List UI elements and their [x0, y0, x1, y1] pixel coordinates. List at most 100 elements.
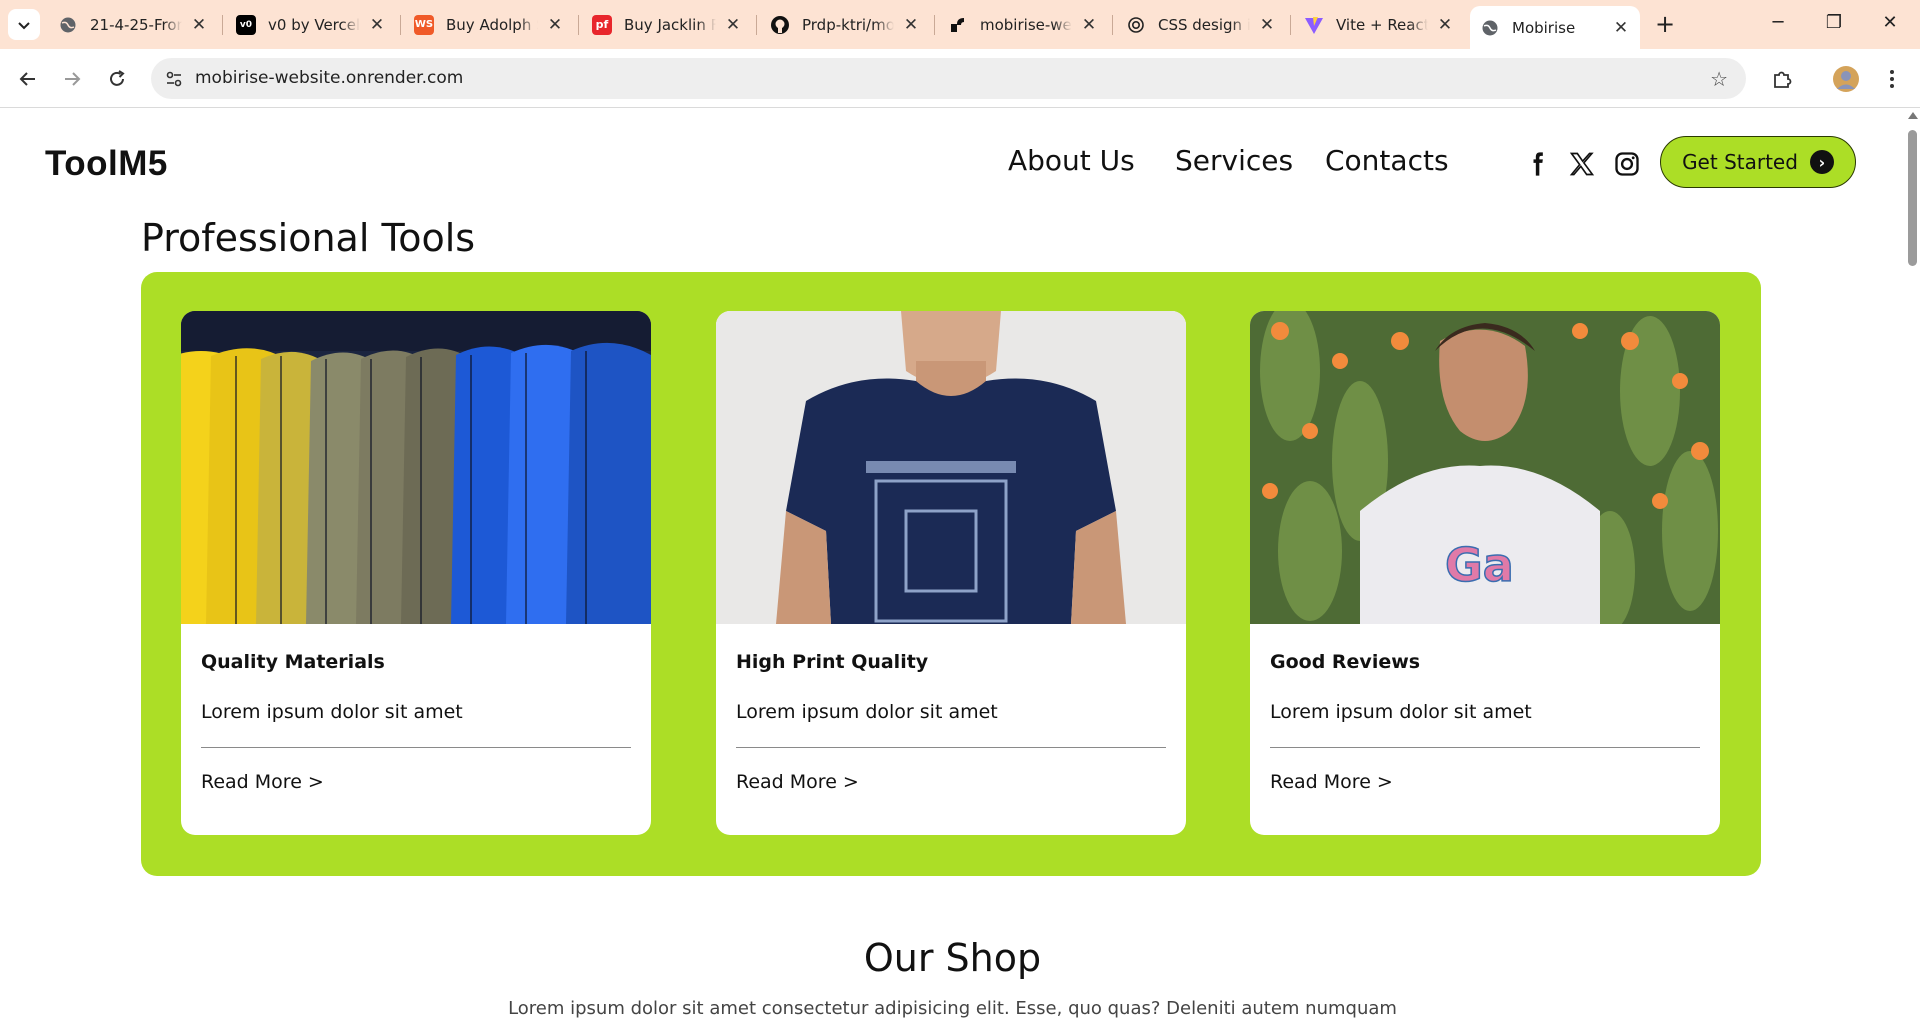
bookmark-star-icon[interactable]: ☆ [1710, 67, 1728, 91]
tab-separator [578, 15, 579, 35]
feature-card: Ga Good Reviews Lorem ipsum dolor sit am… [1250, 311, 1720, 835]
tab-4[interactable]: pf Buy Jacklin Fa ✕ [582, 6, 752, 43]
tab-title: Prdp-ktri/mo [802, 15, 894, 34]
read-more-link[interactable]: Read More > [736, 771, 859, 793]
tab-separator [934, 15, 935, 35]
close-icon[interactable]: ✕ [902, 15, 920, 35]
close-icon[interactable]: ✕ [1436, 15, 1454, 35]
close-icon[interactable]: ✕ [1080, 15, 1098, 35]
nav-about-us[interactable]: About Us [1008, 144, 1135, 177]
tab-1[interactable]: 21-4-25-Front ✕ [48, 6, 218, 43]
close-icon[interactable]: ✕ [546, 15, 564, 35]
card-divider [1270, 747, 1700, 748]
kebab-menu-icon [1890, 70, 1894, 88]
browser-toolbar: mobirise-website.onrender.com ☆ [0, 49, 1920, 108]
back-button[interactable] [12, 63, 44, 95]
page-scrollbar[interactable] [1905, 108, 1920, 1020]
menu-button[interactable] [1876, 63, 1908, 95]
tab-title: 21-4-25-Front [90, 15, 182, 34]
nav-services[interactable]: Services [1175, 144, 1293, 177]
facebook-icon[interactable] [1521, 148, 1553, 180]
close-icon[interactable]: ✕ [1258, 15, 1276, 35]
avatar-icon [1833, 66, 1859, 92]
minimize-button[interactable]: ─ [1750, 0, 1806, 45]
tab-title: v0 by Vercel [268, 15, 360, 34]
tab-7[interactable]: CSS design in ✕ [1116, 6, 1286, 43]
tab-separator [756, 15, 757, 35]
tab-separator [400, 15, 401, 35]
tab-3[interactable]: WS Buy Adolph S ✕ [404, 6, 574, 43]
site-info-icon[interactable] [163, 68, 185, 90]
chevron-down-icon [18, 21, 30, 29]
tab-title: Mobirise [1512, 18, 1576, 37]
restore-button[interactable]: ❐ [1806, 0, 1862, 45]
card-title: Quality Materials [201, 651, 385, 673]
card-text: Lorem ipsum dolor sit amet [1270, 701, 1532, 723]
tshirts-rack-image [181, 311, 651, 624]
profile-avatar[interactable] [1830, 63, 1862, 95]
vite-icon [1304, 15, 1324, 35]
close-icon[interactable]: ✕ [724, 15, 742, 35]
tab-search-button[interactable] [8, 9, 40, 40]
tab-title: Buy Jacklin Fa [624, 15, 716, 34]
feature-card: High Print Quality Lorem ipsum dolor sit… [716, 311, 1186, 835]
pf-icon: pf [592, 14, 612, 35]
close-icon[interactable]: ✕ [1612, 18, 1630, 38]
close-icon[interactable]: ✕ [368, 15, 386, 35]
read-more-link[interactable]: Read More > [1270, 771, 1393, 793]
address-bar[interactable]: mobirise-website.onrender.com ☆ [151, 58, 1746, 99]
card-title: High Print Quality [736, 651, 929, 673]
url-text[interactable]: mobirise-website.onrender.com [195, 68, 463, 88]
card-text: Lorem ipsum dolor sit amet [201, 701, 463, 723]
instagram-icon[interactable] [1611, 148, 1643, 180]
v0-icon: v0 [236, 14, 256, 35]
tab-8[interactable]: Vite + React ✕ [1294, 6, 1464, 43]
globe-icon [58, 15, 78, 35]
close-icon[interactable]: ✕ [190, 15, 208, 35]
card-divider [201, 747, 631, 748]
feature-card: Quality Materials Lorem ipsum dolor sit … [181, 311, 651, 835]
card-title: Good Reviews [1270, 651, 1421, 673]
shop-title: Our Shop [863, 936, 1042, 980]
close-window-button[interactable]: ✕ [1862, 0, 1918, 45]
reload-icon [110, 70, 125, 86]
chevron-right-icon: › [1809, 150, 1834, 174]
extensions-button[interactable] [1766, 63, 1798, 95]
github-icon [770, 15, 790, 35]
tab-9-active[interactable]: Mobirise ✕ [1470, 6, 1640, 49]
tab-title: mobirise-web [980, 15, 1072, 34]
arrow-left-icon [19, 72, 35, 86]
openai-icon [1126, 15, 1146, 35]
tab-separator [222, 15, 223, 35]
scroll-up-arrow-icon[interactable] [1908, 112, 1918, 119]
tab-title: Buy Adolph S [446, 15, 538, 34]
page-viewport: ToolM5 About Us Services Contacts Get St… [0, 108, 1920, 1020]
svg-text:Ga: Ga [1445, 538, 1514, 592]
brand-logo[interactable]: ToolM5 [45, 144, 168, 184]
ws-icon: WS [414, 14, 434, 35]
reload-button[interactable] [101, 63, 133, 95]
read-more-link[interactable]: Read More > [201, 771, 324, 793]
man-flower-field-image: Ga [1250, 311, 1720, 624]
shop-description: Lorem ipsum dolor sit amet consectetur a… [508, 998, 1397, 1019]
new-tab-button[interactable]: + [1650, 9, 1680, 39]
tab-6[interactable]: mobirise-web ✕ [938, 6, 1108, 43]
section-title: Professional Tools [141, 216, 476, 260]
tab-2[interactable]: v0 v0 by Vercel ✕ [226, 6, 396, 43]
globe-icon [1480, 18, 1500, 38]
tab-separator [1290, 15, 1291, 35]
tab-separator [1112, 15, 1113, 35]
scroll-thumb[interactable] [1908, 130, 1917, 266]
tab-strip: 21-4-25-Front ✕ v0 v0 by Vercel ✕ WS Buy… [0, 0, 1920, 49]
man-navy-tshirt-image [716, 311, 1186, 624]
forward-button[interactable] [56, 63, 88, 95]
tab-5[interactable]: Prdp-ktri/mo ✕ [760, 6, 930, 43]
tab-title: Vite + React [1336, 15, 1428, 34]
nav-contacts[interactable]: Contacts [1325, 144, 1449, 177]
get-started-label: Get Started [1682, 150, 1798, 174]
get-started-button[interactable]: Get Started › [1660, 136, 1856, 188]
x-icon[interactable] [1566, 148, 1598, 180]
tab-title: CSS design in [1158, 15, 1250, 34]
render-icon [948, 15, 968, 35]
card-divider [736, 747, 1166, 748]
